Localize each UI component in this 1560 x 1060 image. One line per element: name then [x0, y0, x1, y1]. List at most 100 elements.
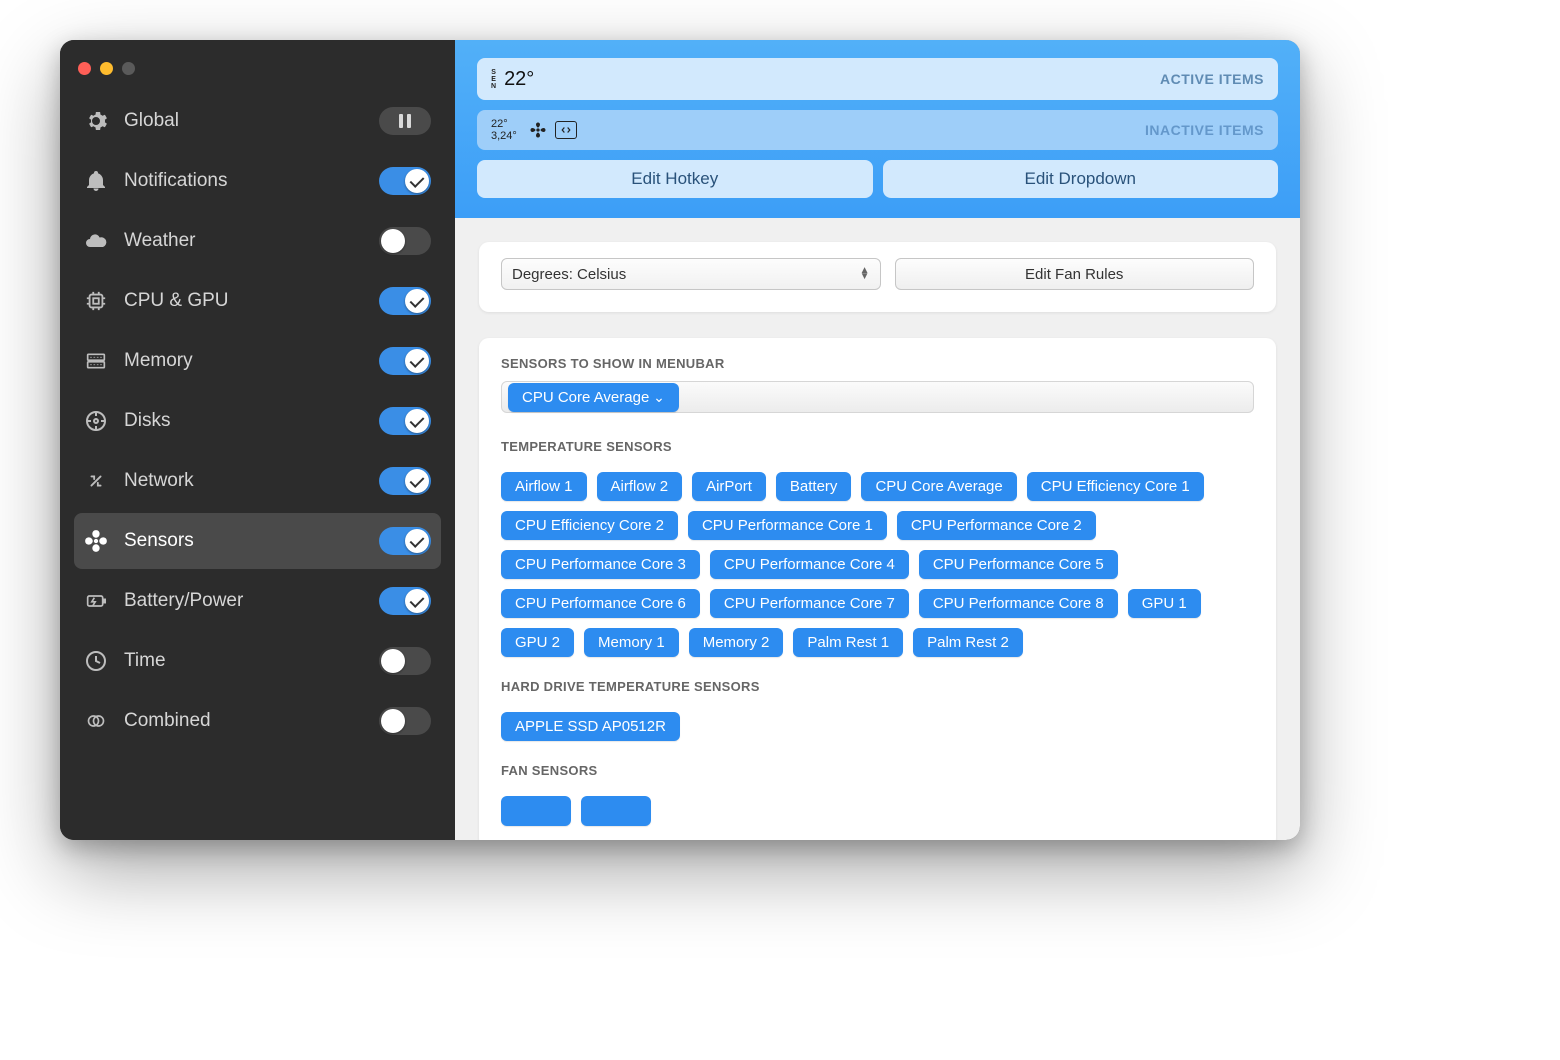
sensor-chip[interactable]: CPU Performance Core 3 [501, 550, 700, 579]
sensor-chip[interactable] [501, 796, 571, 826]
sensor-chip[interactable]: Airflow 1 [501, 472, 587, 501]
edit-hotkey-button[interactable]: Edit Hotkey [477, 160, 873, 198]
sensor-chip[interactable] [581, 796, 651, 826]
fan-sensors-title: FAN SENSORS [501, 763, 1254, 778]
sidebar-item-sensors[interactable]: Sensors [74, 513, 441, 569]
sidebar-item-label: Global [124, 110, 379, 132]
notifications-toggle[interactable] [379, 167, 431, 195]
active-items-label: ACTIVE ITEMS [1160, 71, 1264, 87]
menubar-sensor-chip[interactable]: CPU Core Average [508, 383, 679, 412]
sensor-chip[interactable]: Memory 1 [584, 628, 679, 657]
sidebar-item-battery[interactable]: Battery/Power [74, 573, 441, 629]
sidebar-item-combined[interactable]: Combined [74, 693, 441, 749]
inactive-items-bar[interactable]: 22° 3,24° INACTIVE ITEMS [477, 110, 1278, 150]
sidebar-item-notifications[interactable]: Notifications [74, 153, 441, 209]
sensor-chip[interactable]: CPU Performance Core 8 [919, 589, 1118, 618]
degrees-select[interactable]: Degrees: Celsius ▲▼ [501, 258, 881, 290]
sensor-chip[interactable]: Palm Rest 1 [793, 628, 903, 657]
sensor-chip[interactable]: CPU Efficiency Core 2 [501, 511, 678, 540]
gear-icon [82, 107, 110, 135]
preferences-window: Global Notifications Weather [60, 40, 1300, 840]
sidebar-item-label: Disks [124, 410, 379, 432]
minimize-icon[interactable] [100, 62, 113, 75]
zoom-icon[interactable] [122, 62, 135, 75]
chip-icon [82, 287, 110, 315]
sensor-chip[interactable]: AirPort [692, 472, 766, 501]
sensor-chip[interactable]: GPU 2 [501, 628, 574, 657]
menubar-sensors-bar[interactable]: CPU Core Average [501, 381, 1254, 413]
sidebar-item-disks[interactable]: Disks [74, 393, 441, 449]
clock-icon [82, 647, 110, 675]
sensors-toggle[interactable] [379, 527, 431, 555]
sen-badge-icon: S E N [491, 69, 496, 90]
time-toggle[interactable] [379, 647, 431, 675]
sensor-chip[interactable]: CPU Performance Core 1 [688, 511, 887, 540]
weather-toggle[interactable] [379, 227, 431, 255]
sidebar-item-label: Memory [124, 350, 379, 372]
sidebar-item-weather[interactable]: Weather [74, 213, 441, 269]
sidebar-item-memory[interactable]: Memory [74, 333, 441, 389]
window-controls [60, 50, 455, 93]
sidebar-item-label: Notifications [124, 170, 379, 192]
sensor-chip[interactable]: CPU Core Average [861, 472, 1016, 501]
chevron-up-down-icon: ▲▼ [860, 268, 870, 280]
fan-icon [82, 527, 110, 555]
degrees-select-value: Degrees: Celsius [512, 266, 626, 283]
hdd-sensors-title: HARD DRIVE TEMPERATURE SENSORS [501, 679, 1254, 694]
mini-temp-values: 22° 3,24° [491, 118, 517, 142]
network-icon [82, 467, 110, 495]
menubar-preview-header: S E N 22° ACTIVE ITEMS 22° 3,24° [455, 40, 1300, 218]
nav-list: Global Notifications Weather [60, 93, 455, 753]
active-items-bar[interactable]: S E N 22° ACTIVE ITEMS [477, 58, 1278, 100]
degrees-card: Degrees: Celsius ▲▼ Edit Fan Rules [479, 242, 1276, 312]
disk-icon [82, 407, 110, 435]
sidebar-item-label: Sensors [124, 530, 379, 552]
sensor-chip[interactable]: Battery [776, 472, 852, 501]
sidebar-item-label: CPU & GPU [124, 290, 379, 312]
bell-icon [82, 167, 110, 195]
battery-toggle[interactable] [379, 587, 431, 615]
main-panel: S E N 22° ACTIVE ITEMS 22° 3,24° [455, 40, 1300, 840]
sidebar-item-time[interactable]: Time [74, 633, 441, 689]
memory-toggle[interactable] [379, 347, 431, 375]
memory-icon [82, 347, 110, 375]
sensor-chip[interactable]: CPU Performance Core 2 [897, 511, 1096, 540]
inactive-items-label: INACTIVE ITEMS [1145, 122, 1264, 138]
settings-content: Degrees: Celsius ▲▼ Edit Fan Rules SENSO… [455, 218, 1300, 840]
sensor-chip[interactable]: CPU Performance Core 4 [710, 550, 909, 579]
sidebar-item-global[interactable]: Global [74, 93, 441, 149]
edit-fan-rules-button[interactable]: Edit Fan Rules [895, 258, 1255, 290]
sidebar-item-label: Battery/Power [124, 590, 379, 612]
cpu-gpu-toggle[interactable] [379, 287, 431, 315]
mini-expand-icon [555, 119, 577, 141]
sensor-chip[interactable]: CPU Performance Core 6 [501, 589, 700, 618]
sensor-chip[interactable]: CPU Efficiency Core 1 [1027, 472, 1204, 501]
sensor-chip[interactable]: APPLE SSD AP0512R [501, 712, 680, 741]
sensors-card: SENSORS TO SHOW IN MENUBAR CPU Core Aver… [479, 338, 1276, 840]
sensor-chip[interactable]: CPU Performance Core 7 [710, 589, 909, 618]
network-toggle[interactable] [379, 467, 431, 495]
cloud-icon [82, 227, 110, 255]
close-icon[interactable] [78, 62, 91, 75]
sensor-chip[interactable]: Memory 2 [689, 628, 784, 657]
active-temp-value: 22° [504, 68, 534, 91]
sidebar-item-label: Time [124, 650, 379, 672]
sidebar-item-label: Network [124, 470, 379, 492]
combined-icon [82, 707, 110, 735]
sensor-chip[interactable]: GPU 1 [1128, 589, 1201, 618]
fan-sensors-group [501, 796, 1254, 826]
sensor-chip[interactable]: Airflow 2 [597, 472, 683, 501]
edit-dropdown-button[interactable]: Edit Dropdown [883, 160, 1279, 198]
sensor-chip[interactable]: Palm Rest 2 [913, 628, 1023, 657]
sidebar-item-network[interactable]: Network [74, 453, 441, 509]
temperature-sensors-title: TEMPERATURE SENSORS [501, 439, 1254, 454]
sensor-chip[interactable]: CPU Performance Core 5 [919, 550, 1118, 579]
temperature-sensors-group: Airflow 1 Airflow 2 AirPort Battery CPU Core… [501, 472, 1254, 657]
battery-icon [82, 587, 110, 615]
pause-button[interactable] [379, 107, 431, 135]
sidebar-item-cpu-gpu[interactable]: CPU & GPU [74, 273, 441, 329]
hdd-sensors-group: APPLE SSD AP0512R [501, 712, 1254, 741]
sidebar-item-label: Combined [124, 710, 379, 732]
combined-toggle[interactable] [379, 707, 431, 735]
disks-toggle[interactable] [379, 407, 431, 435]
